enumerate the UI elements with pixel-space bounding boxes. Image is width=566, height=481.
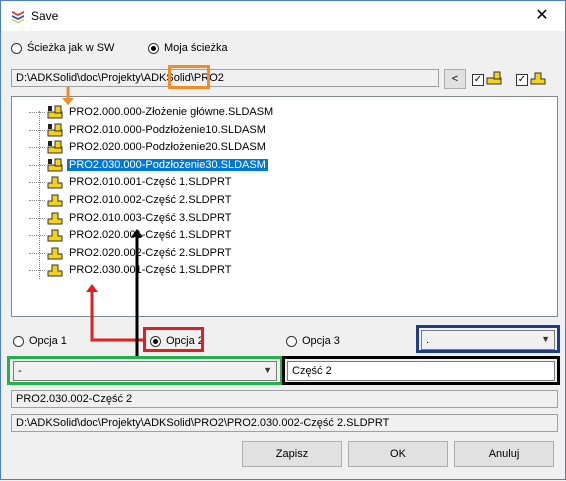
name-input-value: Część 2 bbox=[292, 365, 332, 377]
radio-option-1-label: Opcja 1 bbox=[29, 335, 67, 347]
name-input[interactable]: Część 2 bbox=[287, 361, 555, 381]
radio-option-3-indicator[interactable] bbox=[286, 335, 297, 347]
radio-option-1-indicator[interactable] bbox=[13, 335, 24, 347]
prefix-combo[interactable]: - ▼ bbox=[13, 361, 277, 381]
save-button[interactable]: Zapisz bbox=[242, 441, 342, 467]
result-filename-field: PRO2.030.002-Część 2 bbox=[11, 390, 558, 408]
annotation-arrows bbox=[62, 87, 146, 356]
radio-option-2-indicator[interactable] bbox=[150, 335, 161, 347]
radio-option-2[interactable]: Opcja 2 bbox=[150, 335, 204, 347]
option-3-combo-value: . bbox=[426, 334, 430, 346]
radio-option-3-label: Opcja 3 bbox=[302, 335, 340, 347]
option-3-combo[interactable]: . ▼ bbox=[421, 330, 555, 350]
ok-button[interactable]: OK bbox=[348, 441, 448, 467]
save-dialog: Save ✕ Ścieżka jak w SW Moja ścieżka D:\… bbox=[0, 0, 566, 480]
radio-option-1[interactable]: Opcja 1 bbox=[13, 335, 67, 347]
radio-option-3[interactable]: Opcja 3 bbox=[286, 335, 340, 347]
chevron-down-icon: ▼ bbox=[541, 334, 550, 344]
cancel-button[interactable]: Anuluj bbox=[454, 441, 554, 467]
result-full-path-field: D:\ADKSolid\doc\Projekty\ADKSolid\PRO2\P… bbox=[11, 414, 558, 432]
chevron-down-icon: ▼ bbox=[263, 365, 272, 375]
radio-option-2-label: Opcja 2 bbox=[166, 335, 204, 347]
prefix-combo-value: - bbox=[18, 365, 22, 377]
